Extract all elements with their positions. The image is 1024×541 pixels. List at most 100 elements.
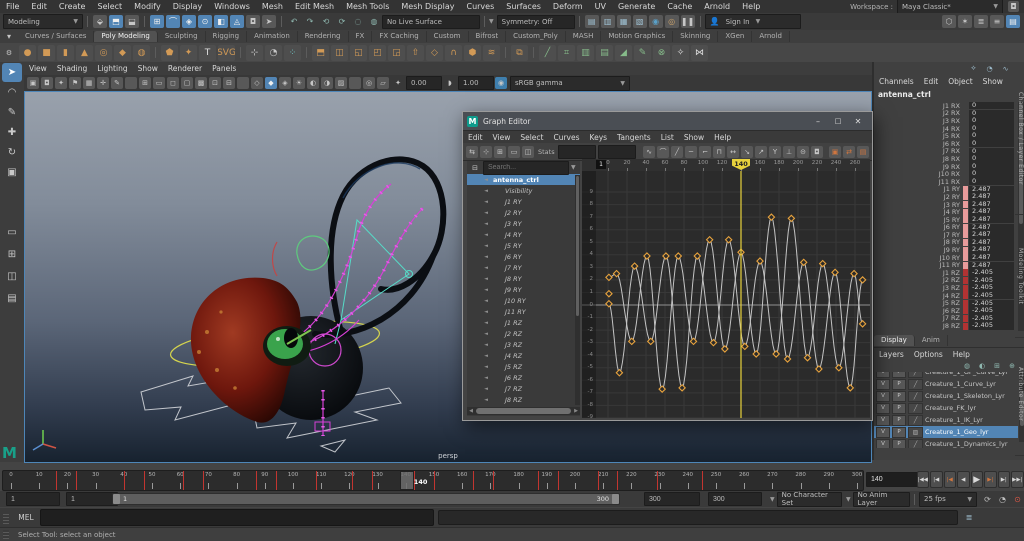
curve-mute-icon[interactable]: ◄: [481, 342, 491, 348]
image-plane-icon[interactable]: ▦: [83, 77, 95, 89]
out-tangent-icon[interactable]: ↗: [755, 145, 767, 158]
shelf-tab[interactable]: FX: [349, 31, 373, 42]
graph-channel-row[interactable]: ◄ J4 RY: [467, 229, 580, 240]
panel-menu-item[interactable]: Shading: [52, 64, 92, 73]
channel-row[interactable]: J8 RZ -2.405: [874, 321, 1014, 330]
icon[interactable]: [125, 77, 137, 89]
in-tangent-icon[interactable]: ↘: [741, 145, 753, 158]
step-back-frame-button[interactable]: |◀: [930, 471, 943, 488]
go-to-start-button[interactable]: |◀◀: [916, 471, 929, 488]
lattice-deform-keys-icon[interactable]: ⊞: [494, 145, 506, 158]
playback-loop-icon[interactable]: ⟳: [982, 494, 993, 505]
four-pane-layout-icon[interactable]: ⊞: [2, 244, 22, 265]
menu-item[interactable]: Display: [167, 2, 209, 11]
break-tangents-icon[interactable]: Y: [769, 145, 781, 158]
extrude-icon[interactable]: ⇧: [407, 44, 424, 61]
playback-end-field[interactable]: [644, 492, 700, 506]
drag-grip[interactable]: [3, 511, 9, 524]
move-nearest-key-icon[interactable]: ⇆: [466, 145, 478, 158]
menu-item[interactable]: Surfaces: [500, 2, 547, 11]
bookmark-icon[interactable]: ⚑: [69, 77, 81, 89]
step-forward-frame-button[interactable]: ▶|: [997, 471, 1010, 488]
sidebar-tab-attribute-editor[interactable]: Attribute Editor: [1015, 333, 1024, 456]
outliner-horizontal-scrollbar[interactable]: ◀ ▶: [467, 407, 580, 415]
step-tangent-icon[interactable]: ⌐: [699, 145, 711, 158]
two-pane-layout-icon[interactable]: ◫: [2, 266, 22, 287]
open-render-view-icon[interactable]: ▤: [584, 15, 599, 28]
field-chart-icon[interactable]: ▩: [195, 77, 207, 89]
curve-mute-icon[interactable]: ◄: [481, 276, 491, 282]
curve-mute-icon[interactable]: ◄: [481, 287, 491, 293]
color-managed-icon[interactable]: ◉: [495, 77, 507, 89]
shelf-tab[interactable]: XGen: [718, 31, 753, 42]
poly-sphere-icon[interactable]: ●: [19, 44, 36, 61]
fill-hole-icon[interactable]: ⬢: [464, 44, 481, 61]
flat-tangent-icon[interactable]: ─: [685, 145, 697, 158]
channel-graph-icon[interactable]: ∿: [1000, 63, 1011, 74]
menu-item[interactable]: UV: [589, 2, 612, 11]
shelf-tab[interactable]: Poly Modeling: [94, 31, 158, 42]
offset-edge-loop-icon[interactable]: ▤: [596, 44, 613, 61]
graph-channel-row[interactable]: ◄ J1 RY: [467, 196, 580, 207]
retime-tool-icon[interactable]: ◫: [522, 145, 534, 158]
connect-icon[interactable]: ⌗: [558, 44, 575, 61]
play-backwards-button[interactable]: ◀: [957, 471, 970, 488]
menu-item[interactable]: Windows: [208, 2, 256, 11]
curve-mute-icon[interactable]: ◄: [481, 210, 491, 216]
search-input[interactable]: [483, 160, 569, 175]
channel-box-menu-item[interactable]: Object: [943, 77, 977, 86]
menu-item[interactable]: Mesh Tools: [340, 2, 395, 11]
gamma-field[interactable]: 1.00: [458, 76, 494, 90]
crease-icon[interactable]: ◢: [615, 44, 632, 61]
menu-item[interactable]: Edit Mesh: [289, 2, 340, 11]
use-all-lights-icon[interactable]: ☀: [293, 77, 305, 89]
curve-mute-icon[interactable]: ◄: [481, 386, 491, 392]
menu-item[interactable]: Deform: [547, 2, 589, 11]
graph-editor-menu-item[interactable]: Show: [679, 133, 709, 142]
quad-draw-icon[interactable]: ✎: [634, 44, 651, 61]
speed-display-icon[interactable]: ◔: [984, 63, 995, 74]
single-pane-layout-icon[interactable]: ▭: [2, 222, 22, 243]
step-back-key-button[interactable]: |◀: [943, 471, 956, 488]
range-start-handle[interactable]: [113, 494, 120, 504]
graph-channel-row[interactable]: ◄ J2 RY: [467, 207, 580, 218]
ipr-render-icon[interactable]: ▦: [616, 15, 631, 28]
linear-tangent-icon[interactable]: ╱: [671, 145, 683, 158]
plateau-tangent-icon[interactable]: ⊓: [713, 145, 725, 158]
target-weld-icon[interactable]: ⊗: [653, 44, 670, 61]
icon[interactable]: [533, 47, 534, 58]
layer-tab-anim[interactable]: Anim: [915, 334, 948, 346]
layer-row[interactable]: V P ╱ Creature_1_Skeleton_Lyr: [874, 390, 1018, 402]
shelf-tab[interactable]: Curves / Surfaces: [18, 31, 95, 42]
snap-projected-center-icon[interactable]: ⊙: [198, 15, 212, 28]
curve-mute-icon[interactable]: ◄: [481, 320, 491, 326]
graph-channel-row[interactable]: ◄ J7 RZ: [467, 383, 580, 394]
insert-keys-icon[interactable]: ⊹: [480, 145, 492, 158]
layer-type-chip[interactable]: ╱: [908, 438, 923, 448]
panel-menu-item[interactable]: Show: [133, 64, 163, 73]
super-shape-icon[interactable]: ✦: [180, 44, 197, 61]
curve-mute-icon[interactable]: ◄: [481, 199, 491, 205]
shelf-tab[interactable]: Rendering: [298, 31, 349, 42]
layer-menu-item[interactable]: Options: [909, 350, 948, 359]
live-surface-field[interactable]: No Live Surface: [382, 14, 480, 29]
layer-type-chip[interactable]: ▨: [908, 426, 923, 438]
graph-channel-row[interactable]: ◄ J2 RZ: [467, 328, 580, 339]
menu-item[interactable]: Edit: [25, 2, 53, 11]
graph-channel-row[interactable]: ◄ J9 RY: [467, 284, 580, 295]
graph-editor-menu-item[interactable]: View: [488, 133, 516, 142]
smooth-icon[interactable]: ≋: [483, 44, 500, 61]
lasso-tool-icon[interactable]: ◠: [2, 83, 22, 102]
make-live-icon[interactable]: ◬: [230, 15, 244, 28]
icon[interactable]: [240, 47, 241, 58]
separate-icon[interactable]: ◫: [331, 44, 348, 61]
reset-transform-icon[interactable]: ⁘: [284, 44, 301, 61]
layer-playback-toggle[interactable]: P: [892, 438, 906, 448]
layer-row[interactable]: V P ╱ Creature_1_Curve_Lyr: [874, 378, 1018, 390]
filter-icon[interactable]: ⊟: [470, 161, 480, 174]
gamma-icon[interactable]: ◗: [443, 77, 457, 90]
modeling-toolkit-icon[interactable]: ⬡: [942, 15, 956, 28]
boolean-union-icon[interactable]: ◱: [350, 44, 367, 61]
range-end-handle[interactable]: [612, 494, 619, 504]
layer-visible-toggle[interactable]: V: [876, 414, 890, 426]
